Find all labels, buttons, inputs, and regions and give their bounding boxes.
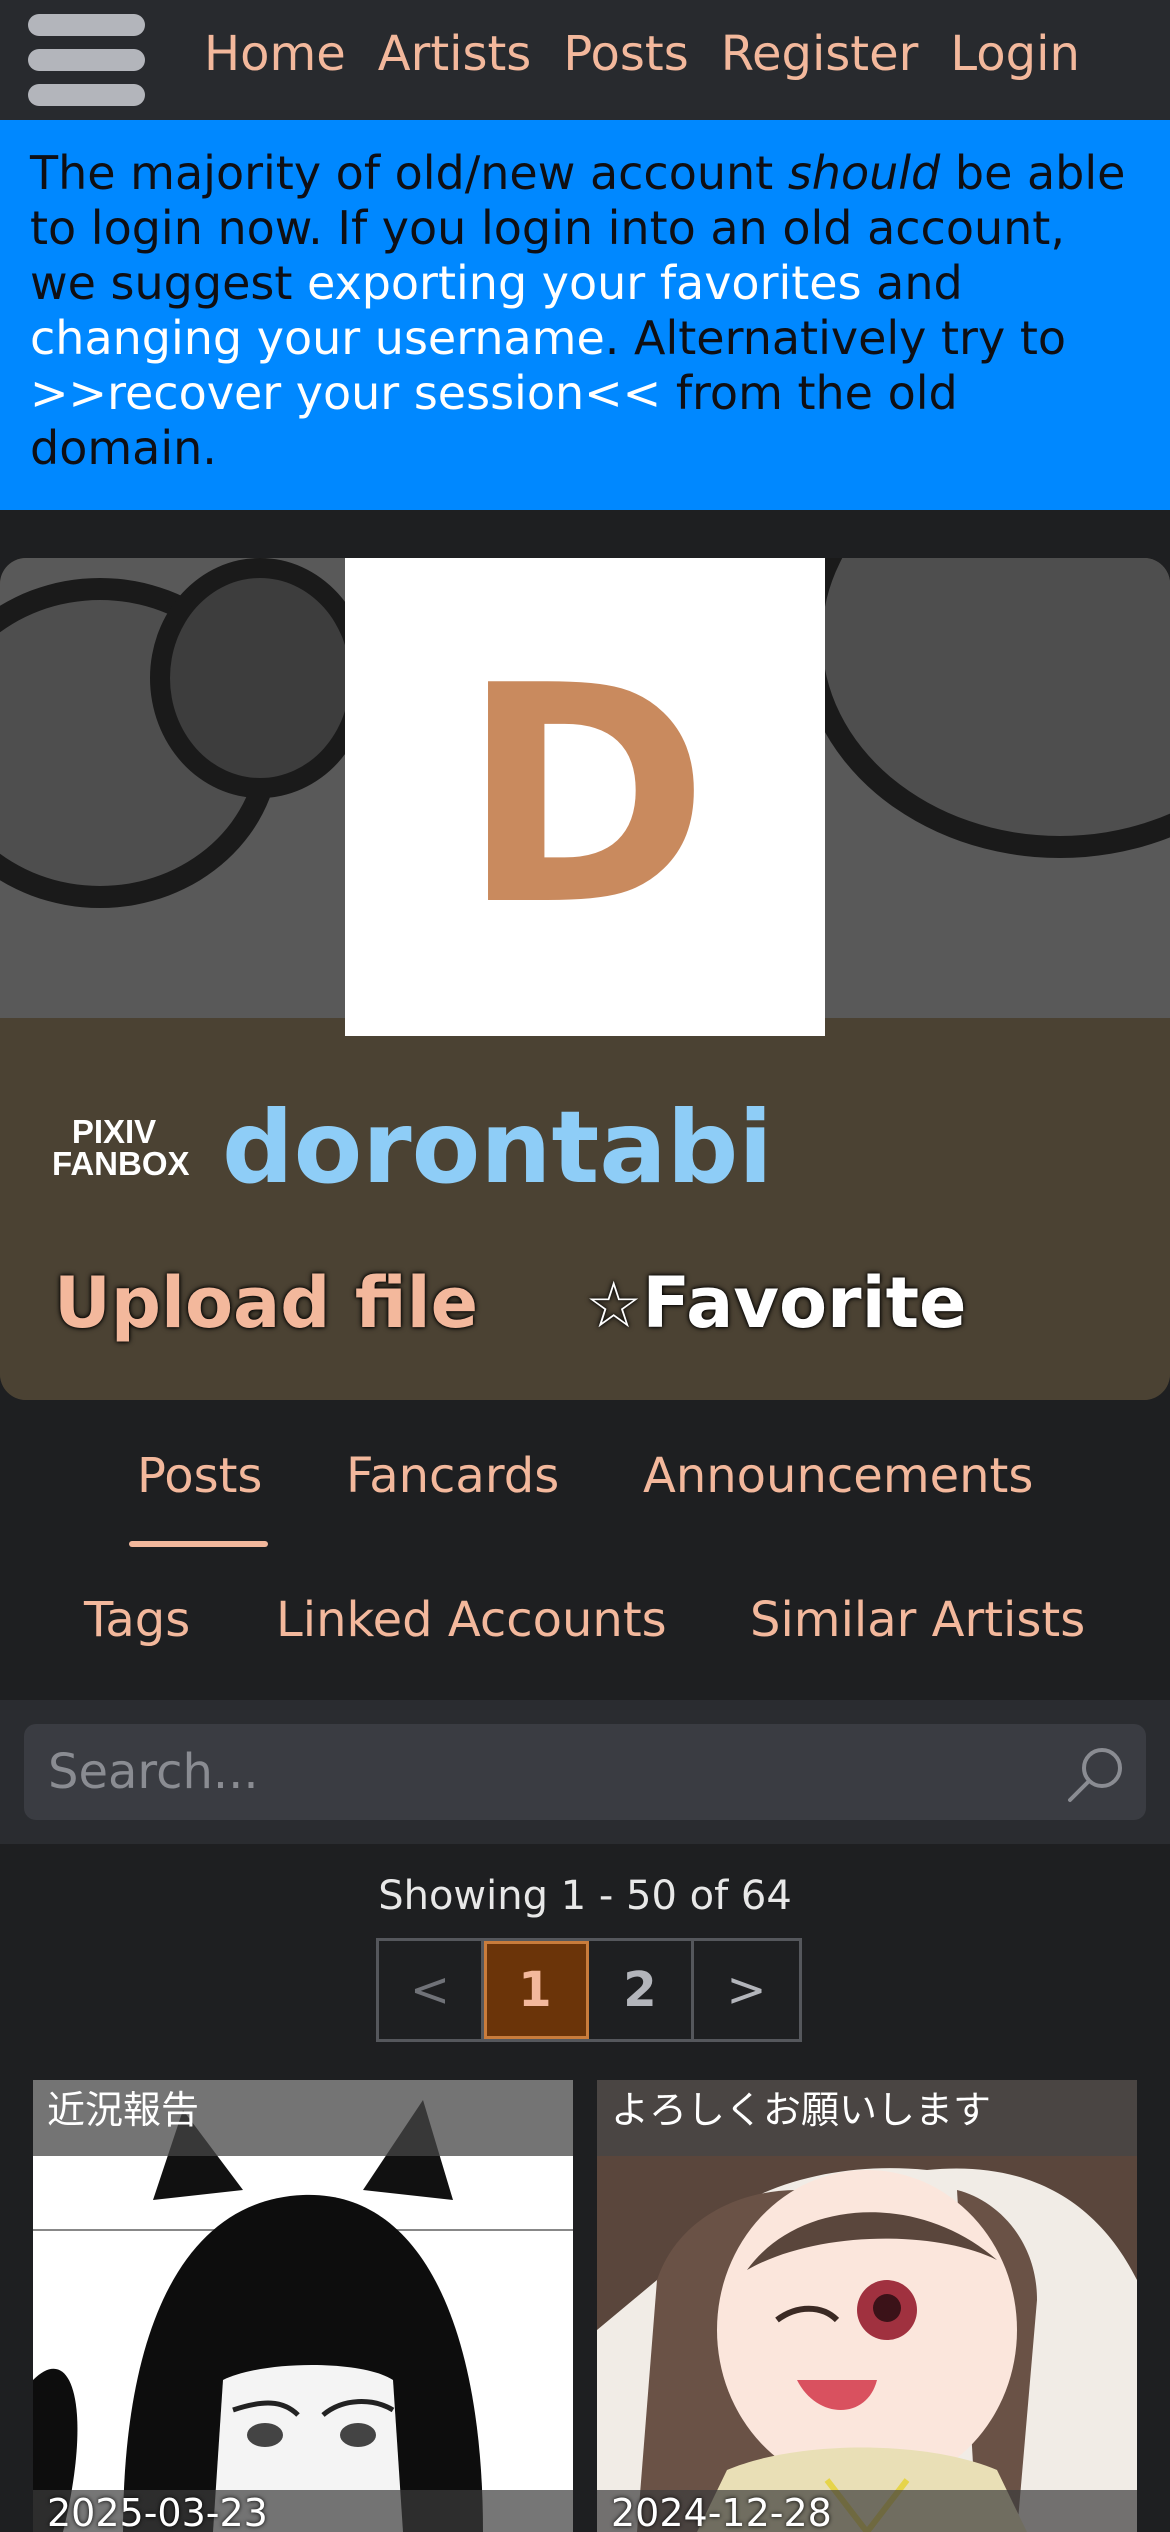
post-title: よろしくお願いします [597,2080,1137,2156]
nav-links: Home Artists Posts Register Login [204,24,1080,84]
top-nav: Home Artists Posts Register Login [0,0,1170,120]
change-username-link[interactable]: changing your username [30,311,605,365]
favorite-button[interactable]: ☆Favorite [585,1258,967,1351]
star-icon: ☆ [585,1269,643,1343]
announcement-banner: The majority of old/new account should b… [0,120,1170,510]
results-count: Showing 1 - 50 of 64 [378,1873,792,1919]
artist-avatar[interactable]: D [345,558,825,1036]
hamburger-menu-icon[interactable] [28,14,145,106]
post-date: 2025-03-23 [47,2491,268,2532]
post-title: 近況報告 [33,2080,573,2156]
nav-artists-link[interactable]: Artists [378,24,532,84]
export-favorites-link[interactable]: exporting your favorites [307,256,862,310]
tab-similar-artists[interactable]: Similar Artists [750,1585,1085,1655]
nav-register-link[interactable]: Register [721,24,919,84]
tab-posts[interactable]: Posts [128,1441,269,1547]
search-box [24,1724,1146,1820]
post-card[interactable]: 近況報告 2025-03-23 [33,2080,573,2532]
next-page-button[interactable]: > [694,1941,799,2039]
hamburger-bar [28,49,145,71]
page-1-button[interactable]: 1 [484,1941,589,2039]
avatar-letter: D [460,622,710,971]
service-logo-line: FANBOX [52,1145,190,1182]
post-card[interactable]: よろしくお願いします 2024-12-28 [597,2080,1137,2532]
recover-session-link[interactable]: >>recover your session<< [30,366,661,420]
page-2-button[interactable]: 2 [589,1941,694,2039]
announcement-text: and [861,256,963,310]
tab-fancards[interactable]: Fancards [346,1441,559,1511]
post-date: 2024-12-28 [611,2491,832,2532]
tab-linked-accounts[interactable]: Linked Accounts [276,1585,667,1655]
nav-login-link[interactable]: Login [950,24,1080,84]
tab-tags[interactable]: Tags [84,1585,190,1655]
tab-announcements[interactable]: Announcements [643,1441,1033,1511]
artist-header: D PIXIV FANBOX dorontabi Upload file ☆Fa… [0,558,1170,1400]
hamburger-bar [28,14,145,36]
upload-file-button[interactable]: Upload file [54,1258,478,1348]
pagination: < 1 2 > [376,1938,802,2042]
announcement-text: . Alternatively try to [604,311,1066,365]
search-input[interactable] [24,1724,1024,1820]
favorite-label: Favorite [642,1262,967,1344]
search-icon[interactable] [1064,1742,1128,1806]
nav-home-link[interactable]: Home [204,24,346,84]
announcement-emphasis: should [787,146,941,200]
banner-decoration [150,558,370,798]
announcement-text: The majority of old/new account [30,146,788,200]
search-bar [0,1700,1170,1844]
hamburger-bar [28,84,145,106]
nav-posts-link[interactable]: Posts [563,24,688,84]
prev-page-button[interactable]: < [379,1941,484,2039]
service-logo-line: PIXIV [71,1113,157,1150]
artist-name-link[interactable]: dorontabi [222,1088,773,1208]
pixiv-fanbox-logo-icon: PIXIV FANBOX [52,1113,190,1186]
